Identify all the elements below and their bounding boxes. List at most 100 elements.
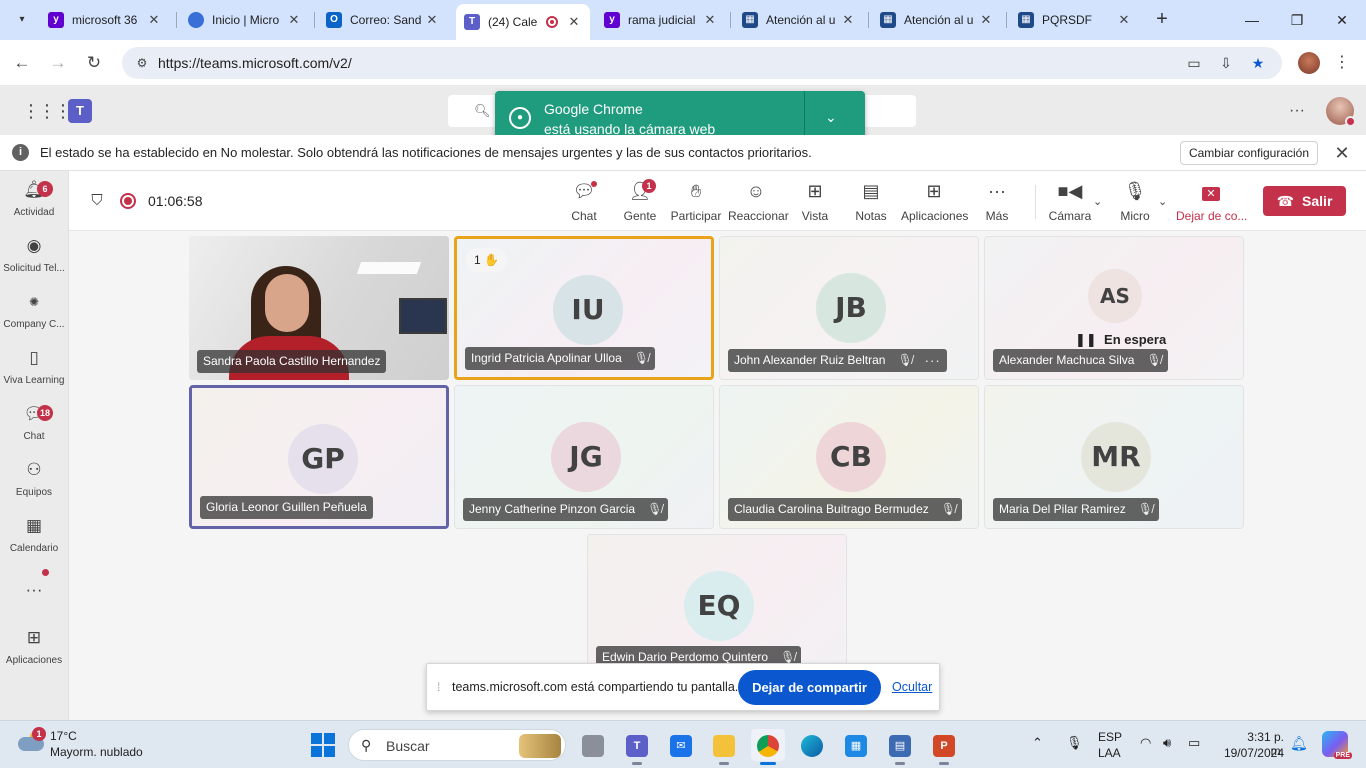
site-info-icon[interactable]: ⚙ [134,55,150,71]
reload-button[interactable]: ↻ [81,50,107,76]
file-explorer-icon[interactable] [707,729,741,765]
weather-temp[interactable]: 17°C [50,729,77,743]
settings-more-icon[interactable]: ··· [1285,99,1309,123]
participant-tile[interactable]: JB John Alexander Ruiz Beltran 🎙︎̸ ··· [719,236,979,380]
close-tab-icon[interactable]: ✕ [840,12,856,28]
microphone-icon[interactable]: 🎙︎ [1066,735,1083,751]
new-tab-button[interactable]: + [1150,8,1174,32]
restore-button[interactable]: ❐ [1285,8,1309,32]
volume-icon[interactable]: 🔊︎ [1163,735,1171,751]
leave-button[interactable]: ☎ Salir [1263,186,1346,216]
browser-tab-active[interactable]: T (24) Cale ✕ [456,4,590,40]
change-settings-button[interactable]: Cambiar configuración [1180,141,1318,165]
close-tab-icon[interactable]: ✕ [978,12,994,28]
stop-sharing-button[interactable]: ✕ Dejar de co... [1176,179,1247,227]
browser-tab[interactable]: ▦ PQRSDF ✕ [1010,6,1140,34]
browser-tab[interactable]: ▦ Atención al u ✕ [734,6,864,34]
weather-desc[interactable]: Mayorm. nublado [50,745,143,759]
close-icon[interactable]: ✕ [1332,143,1352,163]
notifications-icon[interactable]: 🔔︎ [1290,735,1308,752]
view-button[interactable]: ⊞ Vista [787,179,843,227]
address-bar[interactable]: ⚙ https://teams.microsoft.com/v2/ ▭ ⇩ ★ [122,47,1282,79]
close-tab-icon[interactable]: ✕ [1116,12,1132,28]
participant-tile[interactable]: JG Jenny Catherine Pinzon Garcia 🎙︎̸ [454,385,714,529]
language-indicator[interactable]: ESP [1098,730,1122,744]
camera-in-use-icon[interactable]: ▭ [1184,53,1204,73]
browser-tab[interactable]: y microsoft 36 ✕ [40,6,170,34]
keyboard-layout[interactable]: LAA [1098,746,1121,760]
drag-handle-icon[interactable]: ⁞ [437,680,440,694]
install-app-icon[interactable]: ⇩ [1216,53,1236,73]
url-text[interactable]: https://teams.microsoft.com/v2/ [158,55,352,71]
more-options-icon[interactable]: ··· [925,349,941,372]
rail-item-more[interactable]: ··· [0,567,68,623]
camera-options-icon[interactable]: ⌄ [1093,195,1102,208]
minimize-button[interactable]: — [1240,8,1264,32]
battery-icon[interactable]: ▭ [1188,735,1200,751]
mic-button[interactable]: 🎙︎ Micro [1107,179,1163,227]
browser-tab[interactable]: O Correo: Sand ✕ [318,6,448,34]
rail-item-viva-learning[interactable]: ▯ Viva Learning [0,343,68,399]
hide-link[interactable]: Ocultar [892,680,932,694]
close-tab-icon[interactable]: ✕ [702,12,718,28]
participant-tile[interactable]: CB Claudia Carolina Buitrago Bermudez 🎙︎̸ [719,385,979,529]
user-avatar[interactable] [1326,97,1356,127]
rail-item-chat[interactable]: 💬︎ 18 Chat [0,399,68,455]
mic-options-icon[interactable]: ⌄ [1158,195,1167,208]
participant-tile[interactable]: AS ❚❚ En espera Alexander Machuca Silva 🎙… [984,236,1244,380]
wifi-icon[interactable]: ◠ [1140,735,1151,751]
participant-tile[interactable]: MR Maria Del Pilar Ramirez 🎙︎̸ [984,385,1244,529]
close-tab-icon[interactable]: ✕ [566,14,582,30]
chat-button[interactable]: 💬︎ Chat [556,179,612,227]
close-window-button[interactable]: ✕ [1330,8,1354,32]
participant-tile[interactable]: GP Gloria Leonor Guillen Peñuela [189,385,449,529]
stop-sharing-button[interactable]: Dejar de compartir [738,670,881,705]
participant-tile[interactable]: 1 ✋ IU Ingrid Patricia Apolinar Ulloa 🎙︎̸ [454,236,714,380]
rail-item-company[interactable]: ✺ Company C... [0,287,68,343]
browser-tab[interactable]: ▦ Atención al u ✕ [872,6,1002,34]
react-button[interactable]: ☺ Reaccionar [728,179,789,227]
task-view-icon[interactable] [576,729,610,761]
rail-item-calendar[interactable]: ▦ Calendario [0,511,68,567]
back-button[interactable]: ← [9,50,35,76]
raise-hand-button[interactable]: ✋︎ Participar [668,179,724,227]
apps-button[interactable]: ⊞ Aplicaciones [901,179,968,227]
rail-item-solicitud[interactable]: ◉ Solicitud Tel... [0,231,68,287]
chevron-up-icon[interactable]: ⌃ [1032,735,1043,751]
edge-icon[interactable] [795,729,829,761]
mail-icon[interactable]: ✉ [664,729,698,761]
start-button[interactable] [311,733,335,757]
taskbar-search[interactable]: ⚲ Buscar [348,729,566,761]
app-icon[interactable]: ▤ [883,729,917,765]
clock-date[interactable]: 19/07/2024 [1220,746,1284,760]
camera-button[interactable]: ■◀ Cámara [1042,179,1098,227]
copilot-icon[interactable]: PRE [1322,731,1352,759]
chrome-icon[interactable] [751,729,785,765]
weather-badge: 1 [32,727,46,741]
rail-item-activity[interactable]: 🔔︎ 6 Actividad [0,175,68,231]
browser-menu-icon[interactable]: ⋮ [1334,52,1350,74]
teams-taskbar-icon[interactable]: T [620,729,654,765]
chevron-down-icon[interactable]: ⌄ [825,109,837,126]
tab-search-icon[interactable]: ▾ [12,10,32,30]
close-tab-icon[interactable]: ✕ [424,12,440,28]
participant-tile-video[interactable]: Sandra Paola Castillo Hernandez [189,236,449,380]
store-icon[interactable]: ▦ [839,729,873,761]
forward-button[interactable]: → [45,50,71,76]
close-tab-icon[interactable]: ✕ [286,12,302,28]
powerpoint-icon[interactable]: P [927,729,961,765]
browser-tab[interactable]: y rama judicial ✕ [596,6,726,34]
bookmark-star-icon[interactable]: ★ [1248,53,1268,73]
profile-avatar[interactable] [1298,52,1320,74]
browser-tab[interactable]: Inicio | Micro ✕ [180,6,310,34]
rail-item-apps[interactable]: ⊞ Aplicaciones [0,623,68,679]
notes-button[interactable]: ▤ Notas [843,179,899,227]
weather-widget[interactable]: 1 [18,727,46,755]
app-launcher-icon[interactable]: ⋮⋮⋮ [22,99,72,123]
rail-item-teams[interactable]: ⚇ Equipos [0,455,68,511]
participant-tile[interactable]: EQ Edwin Dario Perdomo Quintero 🎙︎̸ [587,534,847,670]
people-button[interactable]: 👤︎ 1 Gente [612,179,668,227]
shield-icon[interactable]: ⛉ [89,192,105,210]
more-button[interactable]: ··· Más [969,179,1025,227]
close-tab-icon[interactable]: ✕ [146,12,162,28]
